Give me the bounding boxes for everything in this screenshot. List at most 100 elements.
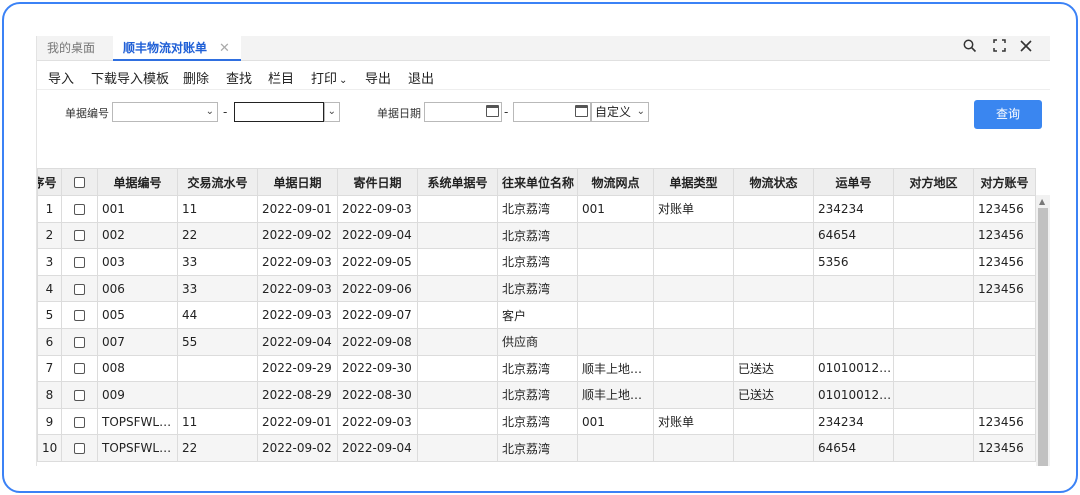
table-cell: 供应商: [497, 327, 578, 356]
maximize-icon[interactable]: [990, 39, 1008, 57]
table-cell: 55: [177, 327, 258, 356]
col-header-branch[interactable]: 物流网点: [577, 168, 654, 196]
doc-no-operator-select[interactable]: ⌄: [112, 102, 218, 122]
row-seq-cell: 6: [37, 327, 62, 356]
scroll-thumb[interactable]: [1038, 208, 1048, 466]
table-cell: [893, 381, 974, 409]
row-checkbox[interactable]: [74, 283, 85, 295]
row-checkbox[interactable]: [74, 363, 85, 375]
select-all-checkbox[interactable]: [74, 177, 85, 188]
table-cell: [893, 248, 974, 276]
row-checkbox[interactable]: [74, 443, 85, 455]
col-header-seq[interactable]: 序号: [37, 168, 62, 196]
print-button[interactable]: 打印 ⌄: [311, 68, 347, 87]
import-button[interactable]: 导入: [48, 68, 74, 87]
table-cell: [417, 327, 498, 356]
row-checkbox[interactable]: [74, 256, 85, 268]
tab-home[interactable]: 我的桌面: [47, 36, 95, 61]
row-checkbox[interactable]: [74, 416, 85, 428]
table-cell: [417, 195, 498, 223]
table-cell: [733, 221, 814, 250]
table-cell: [417, 301, 498, 329]
table-row[interactable]: 3 003 33 2022-09-03 2022-09-05 北京荔湾 5356 123456: [37, 248, 1036, 276]
table-cell: 234234: [813, 195, 894, 223]
doc-no-input[interactable]: [234, 102, 324, 122]
col-header-waybill[interactable]: 运单号: [813, 168, 894, 196]
table-cell: 33: [177, 248, 258, 276]
table-cell: [577, 434, 654, 462]
calendar-icon[interactable]: [575, 105, 588, 117]
table-cell: 2022-09-04: [257, 327, 338, 356]
table-cell: 008: [97, 354, 178, 383]
app-window: 我的桌面 顺丰物流对账单 ✕ 导入 下载导入模板 删除 查找 栏目 打印 ⌄ 导…: [36, 36, 1050, 466]
row-checkbox[interactable]: [74, 336, 85, 348]
export-button[interactable]: 导出: [365, 68, 391, 87]
delete-button[interactable]: 删除: [183, 68, 209, 87]
row-select-cell: [61, 327, 98, 356]
period-select[interactable]: 自定义 ⌄: [591, 102, 649, 122]
start-date-input[interactable]: [424, 102, 502, 122]
table-cell: [577, 274, 654, 303]
table-row[interactable]: 6 007 55 2022-09-04 2022-09-08 供应商: [37, 327, 1036, 356]
doc-no-dropdown[interactable]: ⌄: [324, 102, 340, 122]
col-header-ship-date[interactable]: 寄件日期: [337, 168, 418, 196]
table-cell: [813, 327, 894, 356]
table-row[interactable]: 4 006 33 2022-09-03 2022-09-06 北京荔湾 123456: [37, 274, 1036, 303]
table-cell: 234234: [813, 407, 894, 436]
table-row[interactable]: 10 TOPSFWL… 22 2022-09-02 2022-09-04 北京荔湾 6465…: [37, 434, 1036, 462]
col-header-partner[interactable]: 往来单位名称: [497, 168, 578, 196]
chevron-down-icon: ⌄: [205, 106, 214, 117]
table-row[interactable]: 7 008 2022-09-29 2022-09-30 北京荔湾 顺丰上地… 已送达 0101…: [37, 354, 1036, 383]
table-cell: [733, 301, 814, 329]
row-select-cell: [61, 274, 98, 303]
col-header-doc-type[interactable]: 单据类型: [653, 168, 734, 196]
col-header-status[interactable]: 物流状态: [733, 168, 814, 196]
table-row[interactable]: 2 002 22 2022-09-02 2022-09-04 北京荔湾 64654 12345…: [37, 221, 1036, 250]
chevron-down-icon: ⌄: [327, 106, 336, 117]
table-cell: 2022-09-08: [337, 327, 418, 356]
download-template-button[interactable]: 下载导入模板: [91, 68, 169, 87]
tab-close-icon[interactable]: ✕: [219, 36, 230, 61]
query-button[interactable]: 查询: [974, 100, 1042, 129]
end-date-input[interactable]: [513, 102, 591, 122]
table-cell: 2022-09-03: [257, 301, 338, 329]
table-cell: [577, 301, 654, 329]
table-cell: 123456: [973, 407, 1036, 436]
col-header-doc-no[interactable]: 单据编号: [97, 168, 178, 196]
calendar-icon[interactable]: [486, 105, 499, 117]
window-close-icon[interactable]: [1017, 39, 1035, 57]
table-cell: 2022-09-05: [337, 248, 418, 276]
col-header-sys-doc-no[interactable]: 系统单据号: [417, 168, 498, 196]
table-cell: 5356: [813, 248, 894, 276]
col-header-region[interactable]: 对方地区: [893, 168, 974, 196]
tab-reconciliation[interactable]: 顺丰物流对账单 ✕: [113, 36, 241, 61]
exit-button[interactable]: 退出: [408, 68, 434, 87]
row-checkbox[interactable]: [74, 203, 85, 215]
search-icon[interactable]: [961, 39, 979, 57]
toolbar: 导入 下载导入模板 删除 查找 栏目 打印 ⌄ 导出 退出: [37, 62, 1050, 90]
table-row[interactable]: 8 009 2022-08-29 2022-08-30 北京荔湾 顺丰上地… 已送达 0101…: [37, 381, 1036, 409]
vertical-scrollbar[interactable]: ▲: [1036, 195, 1050, 466]
col-header-txn-no[interactable]: 交易流水号: [177, 168, 258, 196]
scroll-up-icon[interactable]: ▲: [1039, 197, 1045, 206]
table-cell: 11: [177, 407, 258, 436]
table-cell: [893, 274, 974, 303]
col-header-doc-date[interactable]: 单据日期: [257, 168, 338, 196]
table-cell: 2022-09-02: [257, 434, 338, 462]
table-row[interactable]: 9 TOPSFWL… 11 2022-09-01 2022-09-03 北京荔湾 001 对账…: [37, 407, 1036, 436]
table-row[interactable]: 5 005 44 2022-09-03 2022-09-07 客户: [37, 301, 1036, 329]
find-button[interactable]: 查找: [226, 68, 252, 87]
screenshot-frame: 我的桌面 顺丰物流对账单 ✕ 导入 下载导入模板 删除 查找 栏目 打印 ⌄ 导…: [2, 2, 1078, 493]
table-row[interactable]: 1 001 11 2022-09-01 2022-09-03 北京荔湾 001 对账单 2342…: [37, 195, 1036, 223]
table-cell: [893, 354, 974, 383]
row-seq-cell: 5: [37, 301, 62, 329]
table-cell: 2022-09-07: [337, 301, 418, 329]
col-header-account[interactable]: 对方账号: [973, 168, 1036, 196]
row-checkbox[interactable]: [74, 389, 85, 401]
col-header-select[interactable]: [61, 168, 98, 196]
row-checkbox[interactable]: [74, 310, 85, 322]
table-cell: 2022-08-30: [337, 381, 418, 409]
table-cell: 01010012…: [813, 381, 894, 409]
columns-button[interactable]: 栏目: [268, 68, 294, 87]
row-checkbox[interactable]: [74, 230, 85, 242]
